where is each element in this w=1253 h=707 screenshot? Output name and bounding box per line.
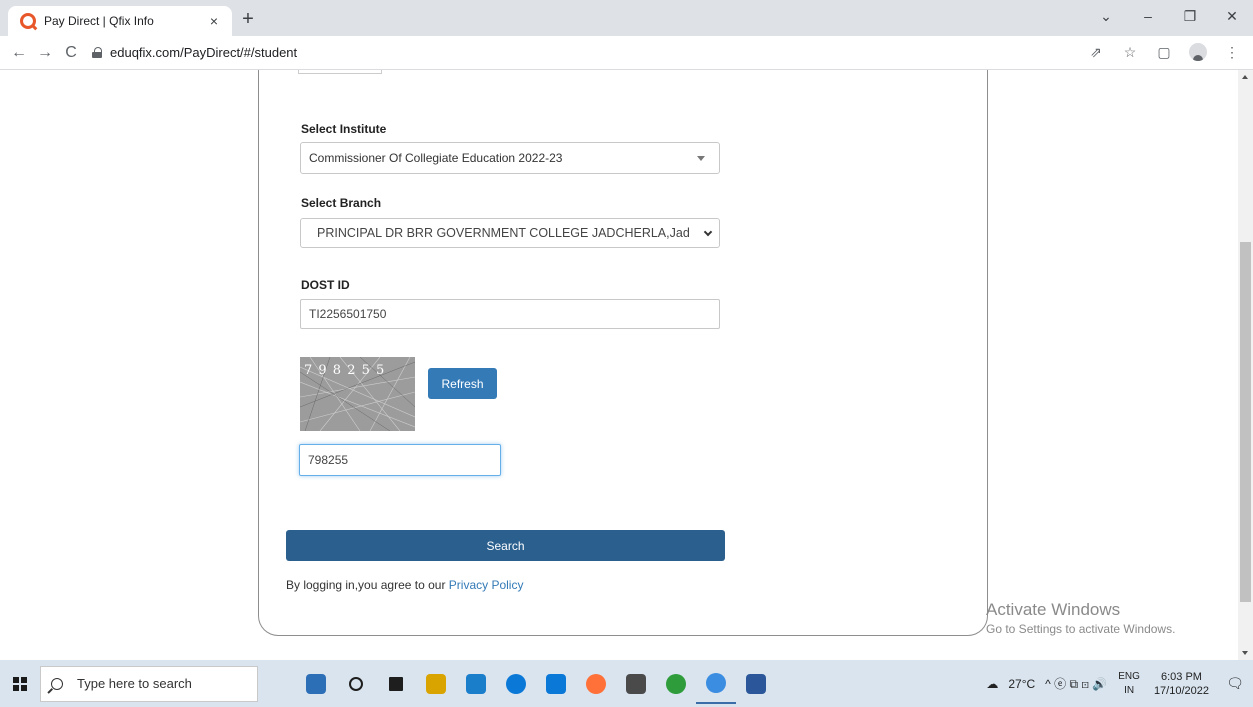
- weather-cloud-icon[interactable]: ☁: [981, 677, 1003, 691]
- weather-temperature[interactable]: 27°C: [1003, 677, 1040, 691]
- taskbar-search-box[interactable]: Type here to search: [40, 665, 258, 702]
- privacy-prefix-text: By logging in,you agree to our: [286, 578, 449, 592]
- system-tray: ☁ 27°C ^ ⓔ ⧉ ⊡ 🔊 ENG IN 6:03 PM 17/10/20…: [981, 660, 1253, 707]
- language-top: ENG: [1118, 670, 1140, 682]
- chevron-down-icon: [703, 227, 713, 237]
- tab-close-icon[interactable]: ×: [206, 13, 222, 29]
- lock-icon[interactable]: [92, 47, 102, 58]
- dost-id-input[interactable]: TI2256501750: [300, 299, 720, 329]
- dropdown-caret-icon: [697, 156, 705, 161]
- clock[interactable]: 6:03 PM 17/10/2022: [1146, 670, 1217, 698]
- institute-select[interactable]: Commissioner Of Collegiate Education 202…: [300, 142, 720, 174]
- captcha-image: 7 9 8 2 5 5: [300, 357, 415, 431]
- branch-selected-value: PRINCIPAL DR BRR GOVERNMENT COLLEGE JADC…: [317, 226, 690, 240]
- language-indicator[interactable]: ENG IN: [1112, 670, 1146, 698]
- mail-icon[interactable]: [536, 664, 576, 704]
- news-widget-icon[interactable]: [296, 664, 336, 704]
- utorrent-icon[interactable]: [656, 664, 696, 704]
- tab-title: Pay Direct | Qfix Info: [44, 14, 154, 28]
- institute-selected-value: Commissioner Of Collegiate Education 202…: [309, 151, 563, 165]
- captcha-input-value: 798255: [308, 453, 349, 467]
- calculator-icon[interactable]: [616, 664, 656, 704]
- clock-date: 17/10/2022: [1153, 684, 1209, 697]
- scroll-up-icon[interactable]: [1242, 75, 1248, 79]
- close-window-button[interactable]: ✕: [1211, 0, 1253, 32]
- branch-select[interactable]: PRINCIPAL DR BRR GOVERNMENT COLLEGE JADC…: [300, 218, 720, 248]
- search-button[interactable]: Search: [286, 530, 725, 561]
- forward-button[interactable]: →: [32, 40, 58, 66]
- word-icon[interactable]: [736, 664, 776, 704]
- store-icon[interactable]: [456, 664, 496, 704]
- firefox-icon[interactable]: [576, 664, 616, 704]
- share-icon[interactable]: ⇗: [1085, 41, 1107, 63]
- refresh-captcha-button[interactable]: Refresh: [428, 368, 497, 399]
- cortana-icon[interactable]: [336, 664, 376, 704]
- restore-button[interactable]: ❐: [1169, 0, 1211, 32]
- side-panel-icon[interactable]: ▢: [1153, 41, 1175, 63]
- file-explorer-icon[interactable]: [416, 664, 456, 704]
- captcha-input[interactable]: 798255: [299, 444, 501, 476]
- watermark-title: Activate Windows: [986, 600, 1121, 619]
- privacy-policy-link[interactable]: Privacy Policy: [449, 578, 524, 592]
- notification-icon[interactable]: 🗨: [1217, 660, 1253, 707]
- scroll-down-icon[interactable]: [1242, 651, 1248, 655]
- search-icon: [51, 677, 63, 690]
- institute-label: Select Institute: [301, 122, 387, 136]
- browser-tab-strip: Pay Direct | Qfix Info × + ⌄ – ❐ ✕: [0, 0, 1253, 36]
- page-scrollbar[interactable]: [1238, 70, 1253, 660]
- edge-browser-icon[interactable]: [496, 664, 536, 704]
- dost-id-value: TI2256501750: [309, 307, 387, 321]
- task-view-icon[interactable]: [376, 664, 416, 704]
- taskbar-apps: [296, 664, 776, 704]
- browser-tab[interactable]: Pay Direct | Qfix Info ×: [8, 6, 232, 36]
- branch-label: Select Branch: [301, 196, 382, 210]
- back-button[interactable]: ←: [6, 40, 32, 66]
- tab-search-dropdown-icon[interactable]: ⌄: [1085, 0, 1127, 32]
- window-controls: ⌄ – ❐ ✕: [1085, 0, 1253, 32]
- page-viewport: Select Institute Commissioner Of Collegi…: [0, 70, 1238, 660]
- bookmark-star-icon[interactable]: ☆: [1119, 41, 1141, 63]
- new-tab-button[interactable]: +: [236, 8, 260, 31]
- qfix-favicon-icon: [20, 13, 36, 29]
- privacy-notice: By logging in,you agree to our Privacy P…: [286, 578, 523, 592]
- windows-logo-icon: [13, 676, 27, 691]
- profile-avatar-icon[interactable]: [1187, 41, 1209, 63]
- clock-time: 6:03 PM: [1160, 670, 1202, 683]
- url-text: eduqfix.com/PayDirect/#/student: [110, 45, 298, 60]
- activate-windows-watermark: Activate Windows Go to Settings to activ…: [986, 600, 1175, 636]
- avatar: [1189, 43, 1207, 61]
- browser-menu-icon[interactable]: ⋮: [1221, 41, 1243, 63]
- form-tab-stub: [298, 70, 382, 74]
- start-button[interactable]: [0, 660, 40, 707]
- watermark-subtitle: Go to Settings to activate Windows.: [986, 622, 1176, 636]
- browser-toolbar: ← → C eduqfix.com/PayDirect/#/student ⇗ …: [0, 36, 1253, 70]
- windows-taskbar: Type here to search ☁ 27°C ^ ⓔ ⧉ ⊡ 🔊 ENG…: [0, 660, 1253, 707]
- tray-icons[interactable]: ^ ⓔ ⧉ ⊡ 🔊: [1040, 675, 1112, 692]
- reload-button[interactable]: C: [58, 40, 84, 66]
- toolbar-actions: ⇗ ☆ ▢ ⋮: [1085, 41, 1243, 63]
- scrollbar-thumb[interactable]: [1240, 242, 1251, 602]
- minimize-button[interactable]: –: [1127, 0, 1169, 32]
- captcha-text: 7 9 8 2 5 5: [304, 363, 386, 378]
- chrome-browser-icon[interactable]: [696, 664, 736, 704]
- taskbar-search-placeholder: Type here to search: [77, 676, 192, 691]
- dost-id-label: DOST ID: [301, 278, 350, 292]
- address-bar[interactable]: eduqfix.com/PayDirect/#/student: [92, 40, 297, 66]
- language-bottom: IN: [1124, 684, 1135, 696]
